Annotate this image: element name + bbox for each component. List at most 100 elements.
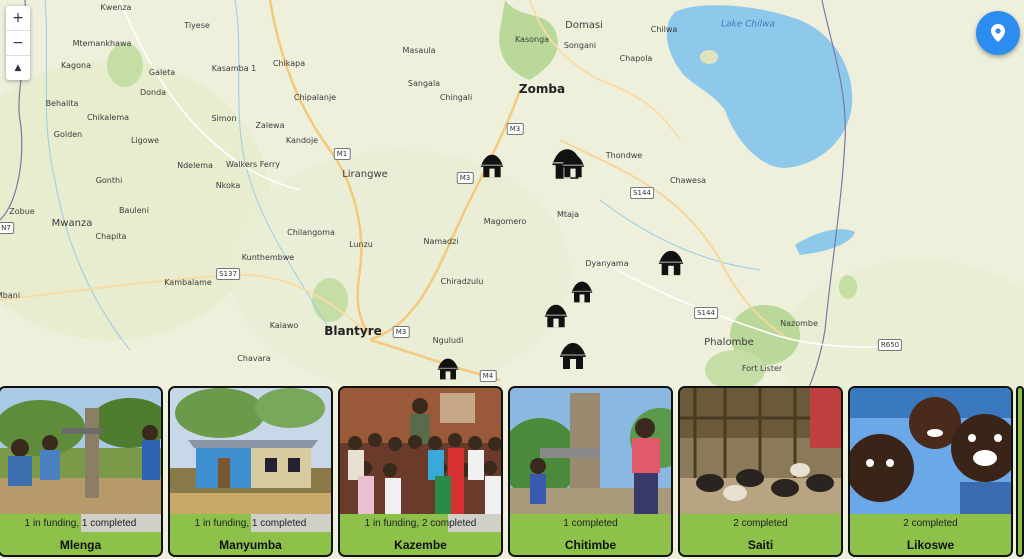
road-shield: M4 [479,370,497,382]
compass-button[interactable]: ▲ [6,56,30,80]
funding-status-bar: 2 completed [680,514,841,532]
funding-status-text: 1 in funding, 1 completed [194,517,307,529]
place-label: Kasonga [514,35,550,44]
place-label: Ligowe [130,136,160,145]
lake-label: Lake Chilwa [720,19,776,30]
road-shield: M3 [456,172,474,184]
project-name: Chitimbe [510,532,671,555]
project-photo [680,388,841,514]
locate-button[interactable] [976,11,1020,55]
place-label: Zobue [9,207,35,216]
place-label: Lirangwe [342,169,388,180]
project-photo [0,388,161,514]
place-label: Sangala [407,79,441,88]
place-label: Gonthi [95,176,123,185]
place-label: Blantyre [324,324,382,338]
funding-status-bar: 2 completed [850,514,1011,532]
place-label: Chilangoma [287,228,335,237]
road-shield: M1 [333,148,351,160]
place-label: Nazombe [780,319,818,328]
project-name: Likoswe [850,532,1011,555]
place-label: Kaiawo [269,321,299,330]
project-name: Manyumba [170,532,331,555]
funding-status-text: 2 completed [903,517,958,529]
place-label: Mtemankhawa [72,39,132,48]
place-label: Chawesa [669,176,707,185]
funding-status-text: 1 in funding, 1 completed [24,517,137,529]
place-label: Phalombe [704,337,754,348]
place-label: Nkoka [215,181,241,190]
place-label: Donda [139,88,167,97]
road-shield: S144 [694,307,718,319]
place-label: Walkers Ferry [225,160,281,169]
place-label: Magomero [483,217,527,226]
road-shield: R650 [877,339,903,351]
place-label: Mtaja [556,210,580,219]
project-card[interactable]: 1 in funding, 2 completed Kazembe [338,386,503,557]
place-label: Kagona [61,61,91,70]
project-name: Mlenga [0,532,161,555]
project-name: Kazembe [340,532,501,555]
place-label: Chingali [439,93,473,102]
place-label: Golden [53,130,83,139]
place-label: Kunthembwe [241,253,295,262]
place-label: Dyanyama [585,259,629,268]
road-shield: S137 [216,268,240,280]
place-label: Fort Lister [741,364,783,373]
funding-status-bar: 1 in funding, 1 completed [170,514,331,532]
place-label: Mbani [0,291,21,300]
place-label: Galeta [148,68,176,77]
project-photo [850,388,1011,514]
project-card[interactable]: 2 completed Likoswe [848,386,1013,557]
project-card[interactable]: 2 completed Saiti [678,386,843,557]
project-photo [170,388,331,514]
place-label: Kwenza [100,3,132,12]
funding-status-text: 1 in funding, 2 completed [364,517,477,529]
place-label: Tiyese [184,21,210,30]
place-label: Ndelema [177,161,213,170]
place-label: Zomba [518,82,566,96]
funding-status-bar: 1 in funding, 1 completed [0,514,161,532]
place-label: Masaula [402,46,436,55]
place-label: Chapola [619,54,653,63]
road-shield: M3 [506,123,524,135]
place-label: Chikapa [272,59,306,68]
place-label: Domasi [565,20,603,31]
zoom-out-button[interactable]: − [6,31,30,56]
place-label: Kasamba 1 [211,64,257,73]
place-label: Chipalanje [293,93,337,102]
place-label: Songani [563,41,597,50]
next-card-peek[interactable] [1016,386,1024,557]
road-shield: N7 [0,222,14,234]
project-card[interactable]: 1 in funding, 1 completed Manyumba [168,386,333,557]
funding-status-text: 1 completed [563,517,618,529]
place-label: Kambalame [164,278,212,287]
place-label: Chapita [95,232,127,241]
funding-status-text: 2 completed [733,517,788,529]
place-label: Chikalema [86,113,130,122]
zoom-in-button[interactable]: + [6,6,30,31]
place-label: Simon [211,114,237,123]
place-label: Behalita [45,99,79,108]
place-label: Bauleni [119,206,149,215]
road-shield: M3 [392,326,410,338]
place-label: Mwanza [51,218,93,229]
location-pin-icon [991,24,1005,42]
place-label: Thondwe [605,151,643,160]
place-label: Kandoje [285,136,319,145]
project-name: Saiti [680,532,841,555]
project-photo [510,388,671,514]
place-label: Namadzi [423,237,459,246]
place-label: Chiradzulu [440,277,484,286]
place-label: Zalewa [255,121,285,130]
place-label: Nguludi [432,336,464,345]
project-card[interactable]: 1 completed Chitimbe [508,386,673,557]
zoom-control: + − ▲ [6,6,30,80]
project-card[interactable]: 1 in funding, 1 completed Mlenga [0,386,163,557]
funding-status-bar: 1 completed [510,514,671,532]
funding-status-bar: 1 in funding, 2 completed [340,514,501,532]
road-shield: S144 [630,187,654,199]
project-photo [340,388,501,514]
place-label: Chavara [237,354,271,363]
place-label: Lunzu [349,240,373,249]
